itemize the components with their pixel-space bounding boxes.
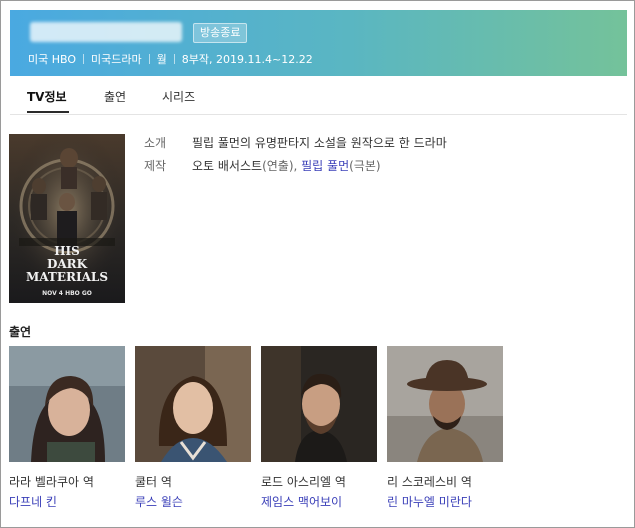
meta-divider xyxy=(83,54,85,64)
cast-photo[interactable] xyxy=(135,346,251,462)
tab-series[interactable]: 시리즈 xyxy=(162,88,195,105)
cast-actor-link[interactable]: 루스 윌슨 xyxy=(135,493,183,510)
cast-role: 로드 아스리엘 역 xyxy=(261,475,346,489)
info-intro-label: 소개 xyxy=(144,136,167,150)
tab-tv-info[interactable]: TV정보 xyxy=(27,88,67,105)
cast-role: 리 스코레스비 역 xyxy=(387,475,472,489)
cast-card[interactable]: 쿨터 역 루스 윌슨 xyxy=(135,346,251,509)
meta-airday: 월 xyxy=(156,53,167,66)
program-meta: 미국 HBO 미국드라마 월 8부작, 2019.11.4~12.22 xyxy=(28,51,313,67)
cast-role: 라라 벨라쿠아 역 xyxy=(9,475,94,489)
cast-card[interactable]: 로드 아스리엘 역 제임스 맥어보이 xyxy=(261,346,377,509)
program-title-redacted xyxy=(30,22,182,42)
program-header: 방송종료 미국 HBO 미국드라마 월 8부작, 2019.11.4~12.22 xyxy=(10,10,627,76)
writer-link[interactable]: 필립 풀먼 xyxy=(301,159,349,173)
cast-role: 쿨터 역 xyxy=(135,475,172,489)
active-tab-indicator xyxy=(27,111,69,113)
cast-heading: 출연 xyxy=(9,325,32,339)
meta-episodes-dates: 8부작, 2019.11.4~12.22 xyxy=(181,53,313,66)
meta-divider xyxy=(173,54,175,64)
poster-title-line3: MATERIALS xyxy=(26,270,108,284)
cast-card[interactable]: 라라 벨라쿠아 역 다프네 킨 xyxy=(9,346,125,509)
meta-network: 미국 HBO xyxy=(28,53,77,66)
info-credits-row: 제작 오토 배서스트(연출), 필립 풀먼(극본) xyxy=(144,157,381,174)
cast-photo[interactable] xyxy=(387,346,503,462)
tab-bar: TV정보 출연 시리즈 xyxy=(10,76,627,115)
poster-date: NOV 4 HBO GO xyxy=(42,290,92,297)
info-intro-row: 소개 필립 풀먼의 유명판타지 소설을 원작으로 한 드라마 xyxy=(144,134,447,151)
poster-image[interactable]: HIS DARK MATERIALS NOV 4 HBO GO xyxy=(9,134,125,303)
writer-role: (극본) xyxy=(349,159,381,173)
meta-divider xyxy=(148,54,150,64)
info-intro-text: 필립 풀먼의 유명판타지 소설을 원작으로 한 드라마 xyxy=(192,136,447,150)
tab-cast[interactable]: 출연 xyxy=(104,88,126,105)
page-frame: 방송종료 미국 HBO 미국드라마 월 8부작, 2019.11.4~12.22… xyxy=(0,0,635,528)
cast-actor-link[interactable]: 제임스 맥어보이 xyxy=(261,493,342,510)
director-name[interactable]: 오토 배서스트 xyxy=(192,159,262,173)
cast-card[interactable]: 리 스코레스비 역 린 마누엘 미란다 xyxy=(387,346,503,509)
status-badge: 방송종료 xyxy=(193,23,248,43)
meta-genre: 미국드라마 xyxy=(91,53,142,66)
director-role: (연출), xyxy=(262,159,302,173)
cast-photo[interactable] xyxy=(9,346,125,462)
info-credits-label: 제작 xyxy=(144,159,167,173)
poster-title-line2: DARK xyxy=(47,257,88,271)
cast-photo[interactable] xyxy=(261,346,377,462)
poster-title-line1: HIS xyxy=(54,244,80,258)
cast-actor-link[interactable]: 린 마누엘 미란다 xyxy=(387,493,472,510)
cast-actor-link[interactable]: 다프네 킨 xyxy=(9,493,57,510)
